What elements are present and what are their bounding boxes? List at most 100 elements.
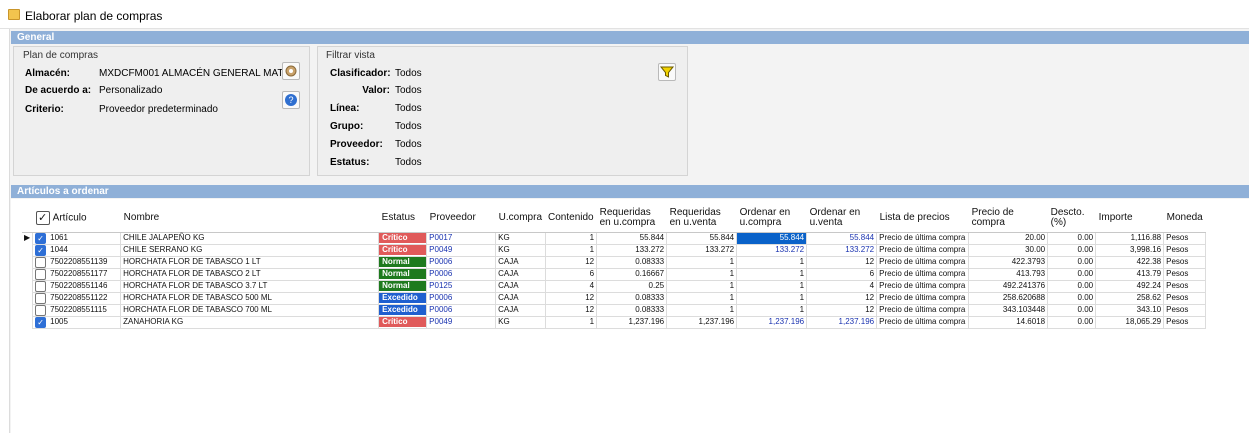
almacen-label: Almacén: <box>25 68 71 79</box>
articulo-code: 7502208551177 <box>50 269 108 279</box>
estatus-cell: Normal <box>378 255 428 269</box>
ord-compra-cell[interactable]: 1 <box>736 279 808 293</box>
row-indicator <box>22 244 33 256</box>
table-row[interactable]: ✓ 1005 ZANAHORIA KG Crítico P0049 KG 1 1,237.19… <box>22 315 1207 329</box>
lista-cell: Precio de última compra <box>876 279 970 293</box>
filter-button[interactable] <box>658 63 676 81</box>
gear-button[interactable] <box>282 62 300 80</box>
precio-cell[interactable]: 20.00 <box>968 231 1049 245</box>
col-articulo[interactable]: ✓ Artículo <box>32 205 121 233</box>
req-compra-cell: 0.25 <box>596 279 668 293</box>
nombre-cell: CHILE JALAPEÑO KG <box>120 231 380 245</box>
table-row[interactable]: 7502208551139 HORCHATA FLOR DE TABASCO 1 … <box>22 255 1207 269</box>
precio-cell[interactable]: 492.241376 <box>968 279 1049 293</box>
articulo-cell: ✓ 1044 <box>32 243 122 257</box>
ord-compra-cell[interactable]: 1 <box>736 303 808 317</box>
precio-cell[interactable]: 413.793 <box>968 267 1049 281</box>
col-ord-compra[interactable]: Ordenar en u.compra <box>736 205 807 233</box>
precio-cell[interactable]: 14.6018 <box>968 315 1049 329</box>
articulo-code: 7502208551115 <box>50 305 107 315</box>
ord-venta-cell[interactable]: 12 <box>806 303 878 317</box>
descto-cell[interactable]: 0.00 <box>1047 303 1097 317</box>
descto-cell[interactable]: 0.00 <box>1047 231 1097 245</box>
req-venta-cell: 1 <box>666 279 738 293</box>
plan-group-title: Plan de compras <box>23 50 99 61</box>
ord-compra-cell[interactable]: 55.844 <box>736 231 808 245</box>
articulo-cell: 7502208551177 <box>32 267 122 281</box>
ord-venta-cell[interactable]: 6 <box>806 267 878 281</box>
ord-compra-cell[interactable]: 1 <box>736 267 808 281</box>
descto-cell[interactable]: 0.00 <box>1047 243 1097 257</box>
row-checkbox[interactable] <box>35 292 47 304</box>
table-row[interactable]: 7502208551177 HORCHATA FLOR DE TABASCO 2 … <box>22 267 1207 281</box>
ord-compra-cell[interactable]: 1 <box>736 255 808 269</box>
articulos-section-header: Artículos a ordenar <box>11 185 1249 198</box>
ord-venta-cell[interactable]: 1,237.196 <box>806 315 878 329</box>
precio-cell[interactable]: 422.3793 <box>968 255 1049 269</box>
descto-cell[interactable]: 0.00 <box>1047 279 1097 293</box>
importe-cell: 422.38 <box>1095 255 1165 269</box>
grupo-value: Todos <box>395 121 422 132</box>
col-precio[interactable]: Precio de compra <box>968 205 1048 233</box>
proveedor-cell[interactable]: P0049 <box>426 243 497 257</box>
ucompra-cell: KG <box>495 243 546 257</box>
almacen-value: MXDCFM001 ALMACÉN GENERAL MATRIZ <box>99 68 300 79</box>
col-contenido[interactable]: Contenido <box>545 205 597 233</box>
table-row[interactable]: ▶ ✓ 1061 CHILE JALAPEÑO KG Crítico P0017 KG 1 55… <box>22 231 1207 245</box>
select-all-checkbox[interactable]: ✓ <box>35 211 50 226</box>
proveedor-cell[interactable]: P0006 <box>426 303 497 317</box>
ord-venta-cell[interactable]: 55.844 <box>806 231 878 245</box>
col-req-venta[interactable]: Requeridas en u.venta <box>666 205 737 233</box>
ord-venta-cell[interactable]: 12 <box>806 255 878 269</box>
proveedor-cell[interactable]: P0006 <box>426 255 497 269</box>
row-checkbox[interactable]: ✓ <box>35 244 47 256</box>
precio-cell[interactable]: 343.103448 <box>968 303 1049 317</box>
row-checkbox[interactable]: ✓ <box>35 232 47 244</box>
col-req-compra[interactable]: Requeridas en u.compra <box>596 205 667 233</box>
col-importe[interactable]: Importe <box>1095 205 1164 233</box>
ord-venta-cell[interactable]: 133.272 <box>806 243 878 257</box>
moneda-cell: Pesos <box>1163 255 1207 269</box>
col-moneda[interactable]: Moneda <box>1163 205 1206 233</box>
col-descto[interactable]: Descto. (%) <box>1047 205 1096 233</box>
proveedor-cell[interactable]: P0006 <box>426 291 497 305</box>
precio-cell[interactable]: 30.00 <box>968 243 1049 257</box>
table-row[interactable]: 7502208551146 HORCHATA FLOR DE TABASCO 3.… <box>22 279 1207 293</box>
proveedor-cell[interactable]: P0049 <box>426 315 497 329</box>
help-button[interactable]: ? <box>282 91 300 109</box>
lista-cell: Precio de última compra <box>876 315 970 329</box>
row-checkbox[interactable]: ✓ <box>35 316 47 328</box>
col-proveedor[interactable]: Proveedor <box>426 205 496 233</box>
col-ord-venta[interactable]: Ordenar en u.venta <box>806 205 877 233</box>
ord-compra-cell[interactable]: 1 <box>736 291 808 305</box>
ord-compra-cell[interactable]: 1,237.196 <box>736 315 808 329</box>
descto-cell[interactable]: 0.00 <box>1047 315 1097 329</box>
req-compra-cell: 55.844 <box>596 231 668 245</box>
gear-icon <box>285 65 297 77</box>
proveedor-cell[interactable]: P0017 <box>426 231 497 245</box>
ord-venta-cell[interactable]: 4 <box>806 279 878 293</box>
col-ucompra[interactable]: U.compra <box>495 205 546 233</box>
row-checkbox[interactable] <box>35 256 47 268</box>
ord-compra-cell[interactable]: 133.272 <box>736 243 808 257</box>
table-row[interactable]: 7502208551122 HORCHATA FLOR DE TABASCO 50… <box>22 291 1207 305</box>
precio-cell[interactable]: 258.620688 <box>968 291 1049 305</box>
proveedor-cell[interactable]: P0006 <box>426 267 497 281</box>
row-checkbox[interactable] <box>35 304 47 316</box>
linea-value: Todos <box>395 103 422 114</box>
nombre-cell: HORCHATA FLOR DE TABASCO 500 ML <box>120 291 380 305</box>
nombre-cell: CHILE SERRANO KG <box>120 243 380 257</box>
col-nombre[interactable]: Nombre <box>120 205 379 233</box>
descto-cell[interactable]: 0.00 <box>1047 291 1097 305</box>
descto-cell[interactable]: 0.00 <box>1047 255 1097 269</box>
table-row[interactable]: ✓ 1044 CHILE SERRANO KG Crítico P0049 KG 1 133.… <box>22 243 1207 257</box>
col-lista[interactable]: Lista de precios <box>876 205 969 233</box>
table-row[interactable]: 7502208551115 HORCHATA FLOR DE TABASCO 70… <box>22 303 1207 317</box>
row-checkbox[interactable] <box>35 268 47 280</box>
proveedor-cell[interactable]: P0125 <box>426 279 497 293</box>
moneda-cell: Pesos <box>1163 243 1207 257</box>
row-checkbox[interactable] <box>35 280 47 292</box>
ord-venta-cell[interactable]: 12 <box>806 291 878 305</box>
col-estatus[interactable]: Estatus <box>378 205 427 233</box>
descto-cell[interactable]: 0.00 <box>1047 267 1097 281</box>
